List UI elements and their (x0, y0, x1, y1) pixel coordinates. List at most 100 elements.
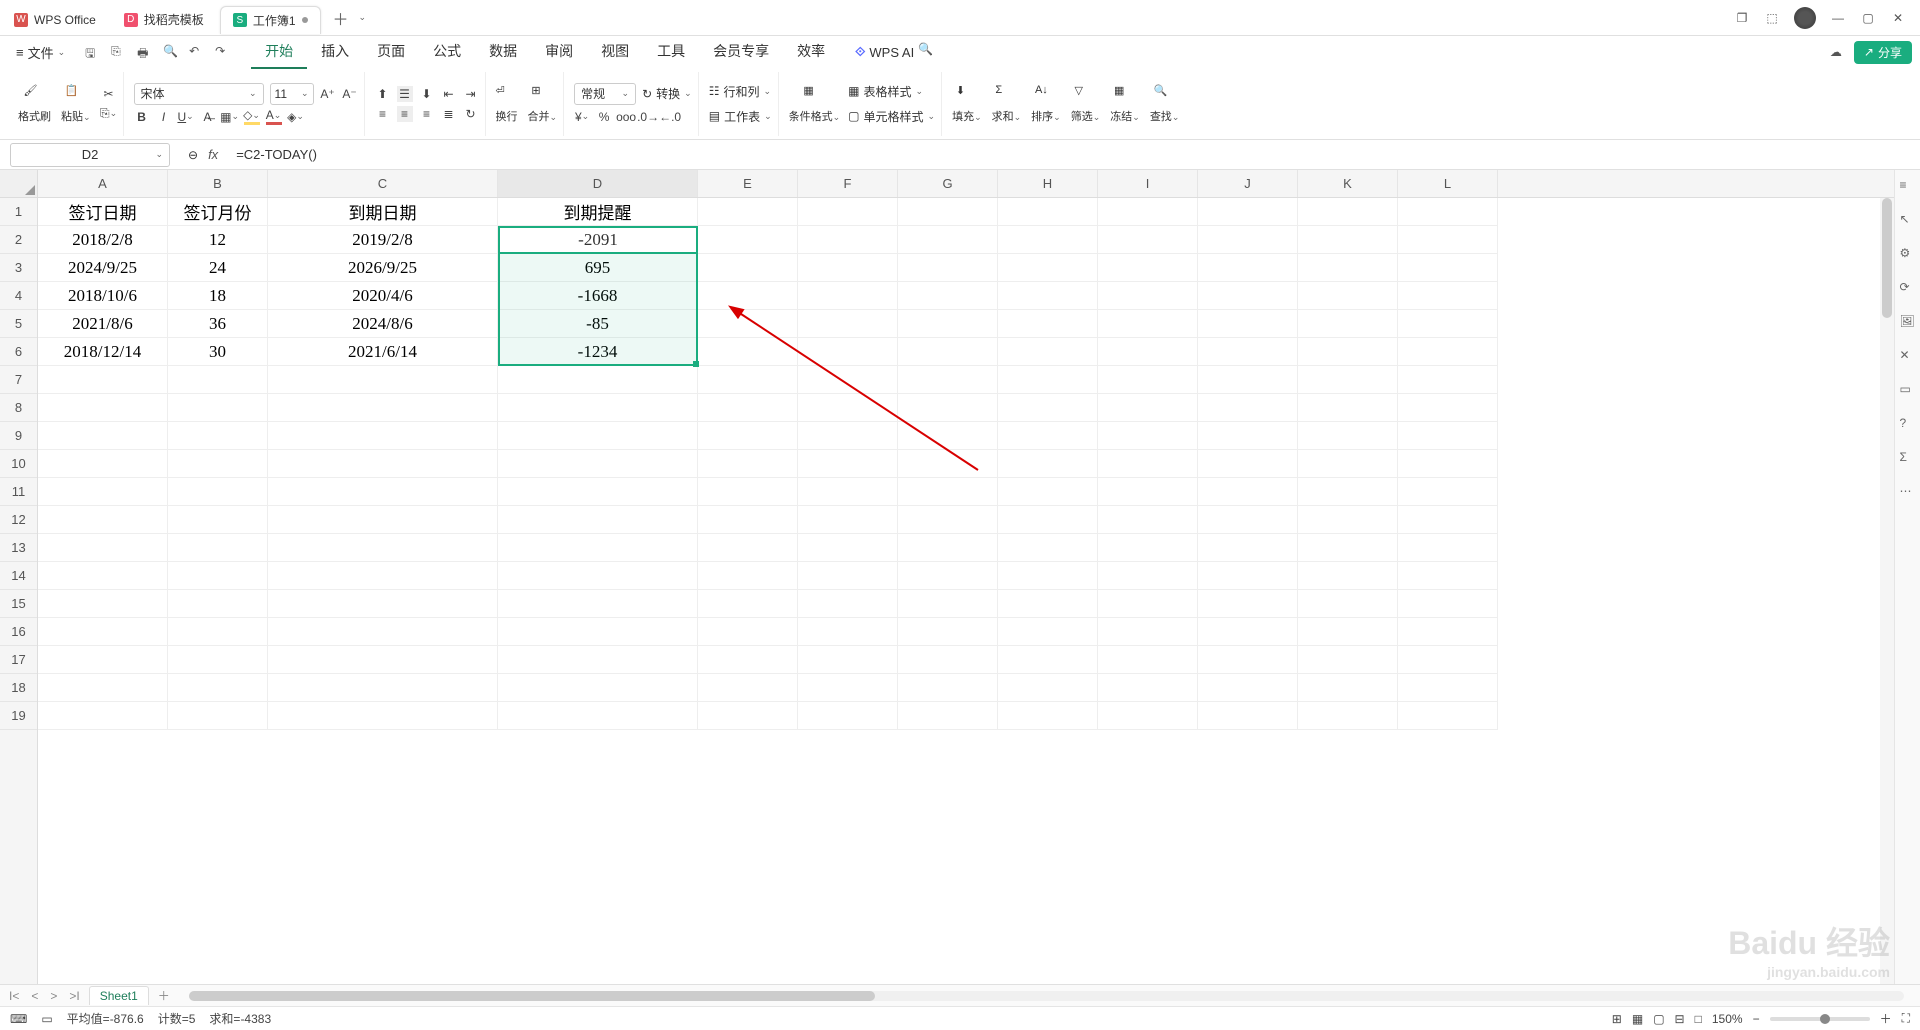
cell[interactable]: 2021/8/6 (38, 310, 168, 338)
fill-button[interactable]: ⬇填充⌄ (952, 84, 982, 124)
cell[interactable] (1098, 282, 1198, 310)
cell[interactable] (1398, 226, 1498, 254)
new-tab-button[interactable]: ＋ (323, 6, 359, 30)
cell[interactable]: 到期日期 (268, 198, 498, 226)
phone-icon[interactable]: ⊞ (1612, 1012, 1622, 1026)
zoom-slider[interactable] (1770, 1017, 1870, 1021)
share-button[interactable]: ↗ 分享 (1854, 41, 1912, 64)
cell[interactable] (698, 674, 798, 702)
align-bottom-icon[interactable]: ⬇ (419, 86, 435, 102)
cell[interactable] (1298, 618, 1398, 646)
cell[interactable] (268, 450, 498, 478)
cell[interactable] (1398, 478, 1498, 506)
cell[interactable] (798, 254, 898, 282)
cell[interactable] (168, 506, 268, 534)
redo-icon[interactable]: ↷ (215, 44, 231, 60)
cell[interactable] (698, 422, 798, 450)
wrap-text-button[interactable]: ⏎换行 (496, 84, 518, 124)
cell[interactable] (1098, 450, 1198, 478)
cell[interactable]: 695 (498, 254, 698, 282)
cell[interactable] (168, 702, 268, 730)
sort-button[interactable]: A↓排序⌄ (1031, 84, 1061, 124)
justify-icon[interactable]: ≣ (441, 106, 457, 122)
cell[interactable] (798, 198, 898, 226)
cell[interactable] (998, 198, 1098, 226)
sheet-next-icon[interactable]: > (47, 989, 60, 1003)
cell[interactable] (1198, 590, 1298, 618)
cell[interactable] (1298, 422, 1398, 450)
cell[interactable] (698, 366, 798, 394)
cell[interactable] (1398, 310, 1498, 338)
cell[interactable] (1298, 590, 1398, 618)
currency-icon[interactable]: ¥⌄ (574, 109, 590, 125)
cell[interactable] (1198, 534, 1298, 562)
save-icon[interactable]: 🖫 (85, 44, 101, 60)
filter-button[interactable]: ▽筛选⌄ (1071, 84, 1101, 124)
cube-icon[interactable]: ⬚ (1764, 10, 1780, 26)
cell[interactable] (38, 674, 168, 702)
cell[interactable] (1398, 422, 1498, 450)
underline-icon[interactable]: U⌄ (178, 109, 194, 125)
cell[interactable] (1298, 394, 1398, 422)
cell[interactable] (1398, 394, 1498, 422)
cell[interactable] (38, 702, 168, 730)
tab-review[interactable]: 审阅 (531, 35, 587, 69)
cell[interactable] (998, 534, 1098, 562)
cell[interactable] (268, 618, 498, 646)
formula-input[interactable]: =C2-TODAY() (228, 147, 317, 162)
cell[interactable] (898, 450, 998, 478)
cell[interactable] (698, 702, 798, 730)
cell[interactable] (998, 226, 1098, 254)
file-menu[interactable]: ≡ 文件 ⌄ (8, 43, 73, 62)
row-header[interactable]: 19 (0, 702, 37, 730)
cell[interactable] (798, 366, 898, 394)
decrease-font-icon[interactable]: A⁻ (342, 86, 358, 102)
cell[interactable] (268, 674, 498, 702)
worksheet-button[interactable]: ▤工作表⌄ (709, 108, 772, 125)
cell[interactable] (698, 646, 798, 674)
border-icon[interactable]: ▦⌄ (222, 109, 238, 125)
cell[interactable] (798, 674, 898, 702)
cell[interactable] (1298, 646, 1398, 674)
cell[interactable] (898, 310, 998, 338)
sheet-first-icon[interactable]: I< (6, 989, 22, 1003)
cell[interactable] (698, 254, 798, 282)
cell[interactable] (1198, 198, 1298, 226)
cell[interactable]: 2018/12/14 (38, 338, 168, 366)
close-icon[interactable]: ✕ (1890, 10, 1906, 26)
cell[interactable] (1098, 254, 1198, 282)
horizontal-scrollbar[interactable] (189, 991, 1904, 1001)
cell[interactable] (1198, 338, 1298, 366)
cell[interactable] (38, 450, 168, 478)
tab-member[interactable]: 会员专享 (699, 35, 783, 69)
sigma-icon[interactable]: Σ (1900, 450, 1916, 466)
cell[interactable]: 24 (168, 254, 268, 282)
cell[interactable] (268, 646, 498, 674)
cell[interactable] (898, 422, 998, 450)
row-header[interactable]: 4 (0, 282, 37, 310)
cell[interactable] (998, 282, 1098, 310)
col-header-H[interactable]: H (998, 170, 1098, 197)
cell[interactable] (898, 282, 998, 310)
cell[interactable] (898, 254, 998, 282)
cell[interactable] (998, 702, 1098, 730)
cell[interactable] (698, 450, 798, 478)
sheet-prev-icon[interactable]: < (28, 989, 41, 1003)
hamburger-icon[interactable]: ≡ (1900, 178, 1916, 194)
more-icon[interactable]: ⋯ (1900, 484, 1916, 500)
cell[interactable] (498, 506, 698, 534)
tab-workbook[interactable]: S 工作簿1 (220, 6, 321, 34)
cell[interactable] (698, 478, 798, 506)
add-sheet-button[interactable]: ＋ (155, 987, 173, 1004)
avatar[interactable] (1794, 7, 1816, 29)
col-header-J[interactable]: J (1198, 170, 1298, 197)
col-header-I[interactable]: I (1098, 170, 1198, 197)
row-header[interactable]: 11 (0, 478, 37, 506)
select-icon[interactable]: ↖ (1900, 212, 1916, 228)
col-header-C[interactable]: C (268, 170, 498, 197)
refresh-icon[interactable]: ⟳ (1900, 280, 1916, 296)
tab-tools[interactable]: 工具 (643, 35, 699, 69)
cell[interactable] (1098, 646, 1198, 674)
cell[interactable] (898, 534, 998, 562)
cell[interactable] (1198, 394, 1298, 422)
